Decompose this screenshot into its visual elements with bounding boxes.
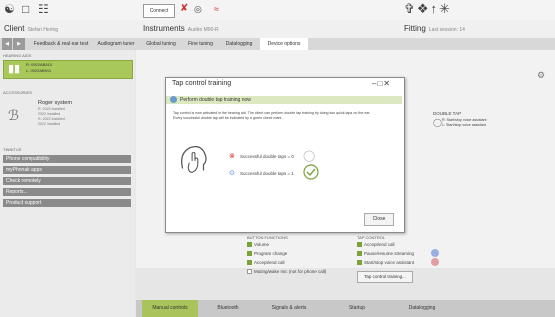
settings-icon[interactable]: ✞❖↑✳	[404, 1, 452, 17]
result-label: Successful double taps = 1	[240, 171, 294, 176]
info-icon	[170, 96, 177, 103]
sidebar-item-phone[interactable]: Phone compatibility	[3, 155, 131, 163]
checkbox-icon	[247, 242, 252, 248]
button-function-option[interactable]: Volume	[247, 242, 270, 248]
tab-audiogram[interactable]: Audiogram tuner	[93, 38, 139, 50]
hearing-aids-icon[interactable]: ☯	[4, 2, 15, 16]
accessories-heading: ACCESSORIES	[3, 90, 32, 95]
double-tap-heading: DOUBLE TAP	[433, 111, 462, 116]
pending-icon: ◯	[303, 150, 316, 162]
tap-control-option[interactable]: Pause/resume streaming	[357, 251, 415, 257]
client-name: Stefan Hering	[27, 27, 59, 33]
close-button[interactable]: Close	[364, 213, 394, 226]
ok-icon: ⊙	[229, 170, 235, 177]
roger-line: R: 2022 installed	[38, 117, 65, 121]
tab-fine-tuning[interactable]: Fine tuning	[183, 38, 218, 50]
hearing-aids-card[interactable]	[3, 60, 133, 79]
sidebar-item-check[interactable]: Check remotely	[3, 177, 131, 185]
window-controls[interactable]: –□✕	[372, 79, 391, 88]
ear-icon: ◯	[433, 118, 442, 127]
client-title[interactable]: Client Stefan Hering	[4, 24, 58, 33]
checkbox-icon	[357, 242, 362, 248]
head-tap-icon	[181, 146, 207, 173]
button-function-option[interactable]: Accept/end call	[247, 260, 285, 266]
tab-datalogging-bottom[interactable]: Datalogging	[392, 300, 452, 317]
tap-training-button[interactable]: Tap control training...	[357, 271, 413, 283]
gear-icon[interactable]: ⚙	[537, 70, 545, 81]
option-label: Accept/end call	[364, 242, 395, 247]
tab-signals-alerts[interactable]: Signals & alerts	[258, 300, 320, 317]
tab-manual-controls[interactable]: Manual controls	[142, 300, 198, 317]
double-tap-line: R: Start/stop voice assistant	[442, 118, 487, 122]
tap-control-option[interactable]: Accept/end call	[357, 242, 395, 248]
double-tap-line: L: Start/stop voice assistant	[442, 123, 486, 127]
option-label: Muting/wake mic (not for phone call)	[254, 269, 327, 274]
tab-startup[interactable]: Startup	[332, 300, 382, 317]
sidebar-item-apps[interactable]: myPhonak apps	[3, 166, 131, 174]
option-label: Accept/end call	[254, 260, 285, 265]
fitting-session: Last session: 14	[428, 27, 465, 33]
fitting-title[interactable]: Fitting Last session: 14	[404, 24, 465, 33]
checkbox-icon	[247, 251, 252, 257]
tab-device-options[interactable]: Device options	[260, 38, 308, 50]
client-label: Client	[4, 24, 25, 33]
tab-global-tuning[interactable]: Global tuning	[140, 38, 182, 50]
option-label: Start/stop voice assistant	[364, 260, 415, 265]
roger-line: 2022 installed	[38, 112, 61, 116]
checkbox-icon	[247, 269, 252, 275]
roger-icon: ℬ	[8, 107, 20, 123]
roger-title[interactable]: Roger system	[38, 100, 72, 106]
instruments-label: Instruments	[143, 24, 185, 33]
dialog-title: Tap control training	[172, 80, 232, 87]
button-function-option[interactable]: Program change	[247, 251, 288, 257]
banner-text: Perform double tap training now	[180, 97, 251, 103]
device-line: R: 0922AB810	[26, 62, 53, 67]
sidebar-item-support[interactable]: Product support	[3, 199, 131, 207]
checkbox-icon	[357, 251, 362, 257]
side-selector-icon[interactable]	[431, 249, 439, 257]
hearing-aids-heading: HEARING AIDS	[3, 53, 32, 58]
button-functions-heading: BUTTON FUNCTIONS	[247, 235, 288, 240]
option-label: Pause/resume streaming	[364, 251, 415, 256]
sidebar-item-reports[interactable]: Reports...	[3, 188, 131, 196]
device-line: L: 0922AB911	[26, 68, 52, 73]
tab-datalogging[interactable]: Datalogging	[219, 38, 259, 50]
side-selector-icon[interactable]	[431, 258, 439, 266]
tap-control-option[interactable]: Start/stop voice assistant	[357, 260, 415, 266]
checkbox-icon	[357, 260, 362, 266]
open-icon[interactable]: ☷	[38, 2, 49, 16]
roger-line: R: 2022 installed	[38, 107, 65, 111]
hearing-aid-icon: ▮▮	[8, 63, 21, 75]
instruments-model: Audéo M90-R	[187, 27, 219, 33]
fitting-label: Fitting	[404, 24, 426, 33]
tap-control-heading: TAP CONTROL	[357, 235, 386, 240]
roger-line: 2022 installed	[38, 122, 61, 126]
check-circle-icon	[303, 164, 319, 180]
wireless-icon[interactable]: ≈	[214, 4, 219, 14]
back-icon[interactable]: ◀	[2, 38, 12, 50]
header-row	[0, 20, 555, 39]
instruments-title[interactable]: Instruments Audéo M90-R	[143, 24, 219, 33]
folder-icon[interactable]: □	[22, 2, 29, 16]
option-label: Program change	[254, 251, 288, 256]
fail-icon: ⊗	[229, 153, 235, 160]
connect-button[interactable]: Connect	[143, 4, 175, 18]
program-icon[interactable]: ◎	[194, 4, 202, 15]
tab-bluetooth[interactable]: Bluetooth	[203, 300, 253, 317]
result-label: Successful double taps = 0	[240, 154, 294, 159]
tinnitus-heading: TINNITUS	[3, 147, 22, 152]
dialog-description: Tap control is now activated in the hear…	[173, 111, 371, 120]
button-function-option[interactable]: Muting/wake mic (not for phone call)	[247, 269, 327, 275]
mute-icon[interactable]: ✘	[180, 3, 188, 14]
option-label: Volume	[254, 242, 270, 247]
tab-feedback[interactable]: Feedback & real ear test	[30, 38, 92, 50]
forward-icon[interactable]: ▶	[13, 38, 25, 50]
top-toolbar	[0, 0, 555, 20]
checkbox-icon	[247, 260, 252, 266]
